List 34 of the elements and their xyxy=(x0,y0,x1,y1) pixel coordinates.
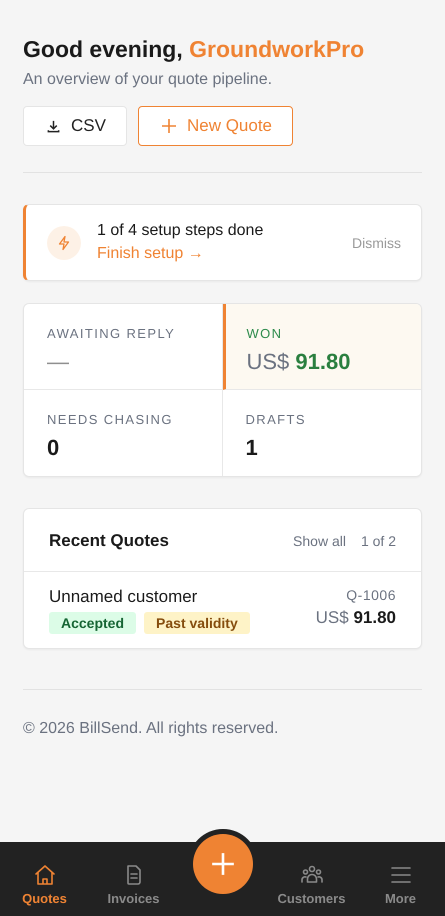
footer-text: © 2026 BillSend. All rights reserved. xyxy=(23,720,280,738)
quote-row[interactable]: Unnamed customer Accepted Past validity Q-1006 US$ 91.80 xyxy=(24,572,421,648)
new-quote-button[interactable]: New Quote xyxy=(138,106,294,146)
greeting-text: Good evening, xyxy=(23,36,183,62)
lightning-icon xyxy=(47,226,81,260)
stat-value: 1 xyxy=(246,435,259,461)
nav-tab[interactable]: Quotes xyxy=(0,863,89,906)
customer-name: Unnamed customer xyxy=(49,587,198,607)
quote-number: Q-1006 xyxy=(346,587,396,603)
stat-value: 0 xyxy=(47,435,60,461)
stat-value: — xyxy=(47,349,70,375)
section-title: Recent Quotes xyxy=(49,531,170,551)
nav-tab[interactable]: Invoices xyxy=(89,863,178,906)
home-icon xyxy=(32,863,56,887)
plus-icon xyxy=(210,851,236,877)
stat-value: US$ 91.80 xyxy=(246,349,352,375)
nav-tab[interactable]: Customers xyxy=(267,863,356,906)
csv-button[interactable]: CSV xyxy=(23,106,127,146)
stat-label: WON xyxy=(246,326,284,341)
stat-label: AWAITING REPLY xyxy=(47,326,176,341)
dismiss-button[interactable]: Dismiss xyxy=(352,234,401,250)
download-icon xyxy=(46,118,61,134)
finish-setup-link[interactable]: Finish setup → xyxy=(97,245,336,263)
subtitle: An overview of your quote pipeline. xyxy=(23,71,274,89)
nav-tab[interactable]: More xyxy=(356,863,445,906)
page-count: 1 of 2 xyxy=(360,533,396,549)
quote-amount: US$ 91.80 xyxy=(316,608,396,628)
user-name: GroundworkPro xyxy=(189,36,364,62)
status-tag: Past validity xyxy=(144,612,250,634)
plus-icon xyxy=(160,118,177,134)
stat-label: NEEDS CHASING xyxy=(47,412,174,427)
stat-label: DRAFTS xyxy=(246,412,307,427)
show-all-link[interactable]: Show all xyxy=(293,533,346,549)
status-tag: Accepted xyxy=(49,612,136,634)
